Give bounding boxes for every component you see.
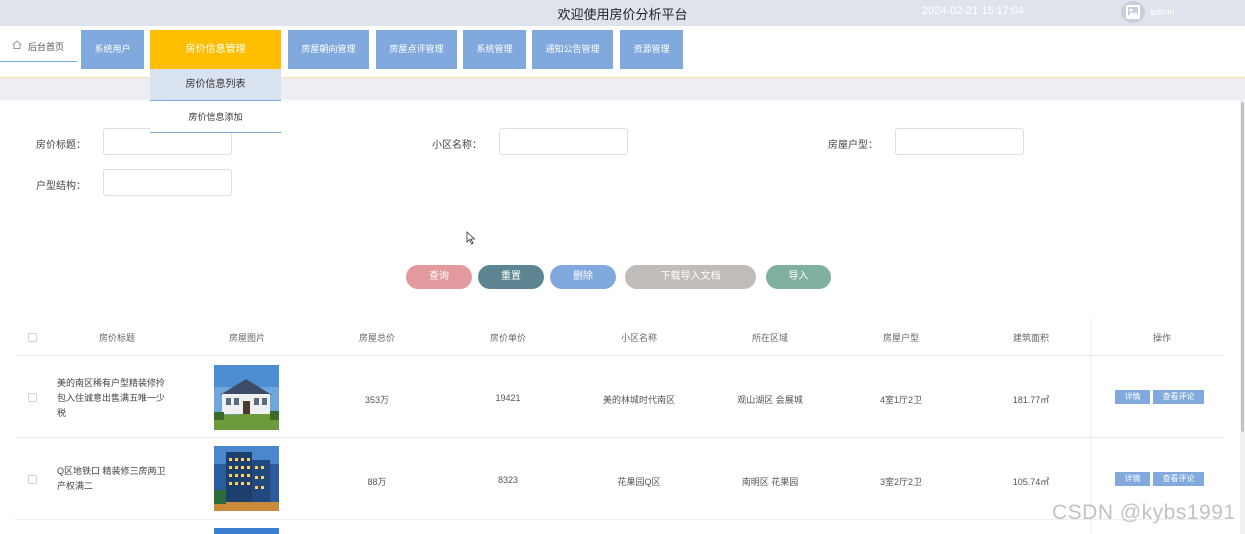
nav-item-reviews[interactable]: 房屋点评管理	[376, 30, 457, 69]
row-area: 南明区 花果园	[741, 477, 799, 487]
nav-home-label: 后台首页	[28, 42, 65, 52]
layout-structure-input[interactable]	[103, 169, 232, 196]
top-header: 欢迎使用房价分析平台 2024-02-21 15:17:04 admin	[0, 0, 1245, 26]
row-unit-price: 8323	[497, 475, 519, 485]
import-button[interactable]: 导入	[766, 265, 831, 289]
mouse-cursor-icon	[466, 231, 476, 245]
row-community: 花果园Q区	[617, 477, 661, 487]
scrollbar-thumb[interactable]	[1241, 102, 1244, 432]
house-type-label: 房屋户型：	[828, 140, 878, 151]
datetime-display: 2024-02-21 15:17:04	[922, 5, 1025, 17]
col-title: 房价标题	[98, 333, 135, 343]
table-header: 房价标题 房屋图片 房屋总价 房价单价 小区名称 所在区域 房屋户型 建筑面积 …	[15, 318, 1224, 356]
house-image-partial	[214, 528, 279, 534]
tower-photo-icon	[214, 446, 279, 511]
house-photo-icon	[214, 365, 279, 430]
col-unit-price: 房价单价	[489, 333, 526, 343]
community-input[interactable]	[499, 128, 628, 155]
table-row: Q区地铁口 精装修三房两卫 产权满二 88万 8323 花果园Q区 南明区 花果…	[15, 438, 1224, 520]
nav-item-system[interactable]: 系统管理	[463, 30, 526, 69]
home-icon	[12, 40, 22, 49]
price-title-label: 房价标题：	[36, 140, 86, 151]
col-actions: 操作	[1152, 333, 1171, 343]
row-total-price: 88万	[367, 477, 387, 487]
nav-item-price-info[interactable]: 房价信息管理	[150, 30, 281, 69]
layout-structure-label: 户型结构：	[36, 181, 86, 192]
house-type-input[interactable]	[895, 128, 1024, 155]
nav-item-system-users[interactable]: 系统用户	[81, 30, 144, 69]
image-icon	[1126, 5, 1140, 19]
download-template-button[interactable]: 下载导入文档	[625, 265, 756, 289]
row-area: 观山湖区 会展城	[737, 395, 803, 405]
avatar[interactable]	[1121, 1, 1145, 23]
view-reviews-button[interactable]: 查看评论	[1153, 472, 1204, 486]
house-image[interactable]	[214, 446, 279, 511]
row-title: 美的南区稀有户型精装修拎包入住诚意出售满五唯一少税	[57, 378, 166, 418]
col-community: 小区名称	[620, 333, 657, 343]
col-area: 所在区域	[751, 333, 788, 343]
col-size: 建筑面积	[1012, 333, 1049, 343]
col-total-price: 房屋总价	[358, 333, 395, 343]
row-checkbox[interactable]	[28, 393, 37, 402]
row-layout: 3室2厅2卫	[879, 477, 923, 487]
row-total-price: 353万	[364, 395, 390, 405]
nav-home[interactable]: 后台首页	[0, 26, 77, 62]
app-root: 欢迎使用房价分析平台 2024-02-21 15:17:04 admin 后台首…	[0, 0, 1245, 534]
house-image[interactable]	[214, 365, 279, 430]
username[interactable]: admin	[1150, 7, 1175, 17]
nav-item-notices[interactable]: 通知公告管理	[532, 30, 613, 69]
dropdown-item-price-list[interactable]: 房价信息列表	[150, 69, 281, 101]
dropdown-item-price-add[interactable]: 房价信息添加	[150, 101, 281, 133]
table-row: 美的南区稀有户型精装修拎包入住诚意出售满五唯一少税 353万 19421 美的林…	[15, 356, 1224, 438]
reset-button[interactable]: 重置	[478, 265, 544, 289]
community-label: 小区名称：	[432, 140, 482, 151]
row-checkbox[interactable]	[28, 475, 37, 484]
watermark: CSDN @kybs1991	[1052, 501, 1236, 524]
row-title: Q区地铁口 精装修三房两卫 产权满二	[57, 466, 166, 491]
row-community: 美的林城时代南区	[602, 395, 675, 405]
row-size: 181.77㎡	[1012, 395, 1050, 405]
delete-button[interactable]: 删除	[550, 265, 616, 289]
row-layout: 4室1厅2卫	[879, 395, 923, 405]
price-info-dropdown: 房价信息列表 房价信息添加	[150, 69, 281, 133]
detail-button[interactable]: 详情	[1115, 390, 1150, 404]
col-layout: 房屋户型	[882, 333, 919, 343]
query-button[interactable]: 查询	[406, 265, 472, 289]
row-unit-price: 19421	[495, 393, 521, 403]
detail-button[interactable]: 详情	[1115, 472, 1150, 486]
nav-item-resources[interactable]: 资源管理	[620, 30, 683, 69]
view-reviews-button[interactable]: 查看评论	[1153, 390, 1204, 404]
select-all-checkbox[interactable]	[28, 333, 37, 342]
row-size: 105.74㎡	[1012, 477, 1050, 487]
page-title: 欢迎使用房价分析平台	[557, 7, 688, 22]
col-image: 房屋图片	[228, 333, 265, 343]
nav-item-orientation[interactable]: 房屋朝向管理	[288, 30, 369, 69]
